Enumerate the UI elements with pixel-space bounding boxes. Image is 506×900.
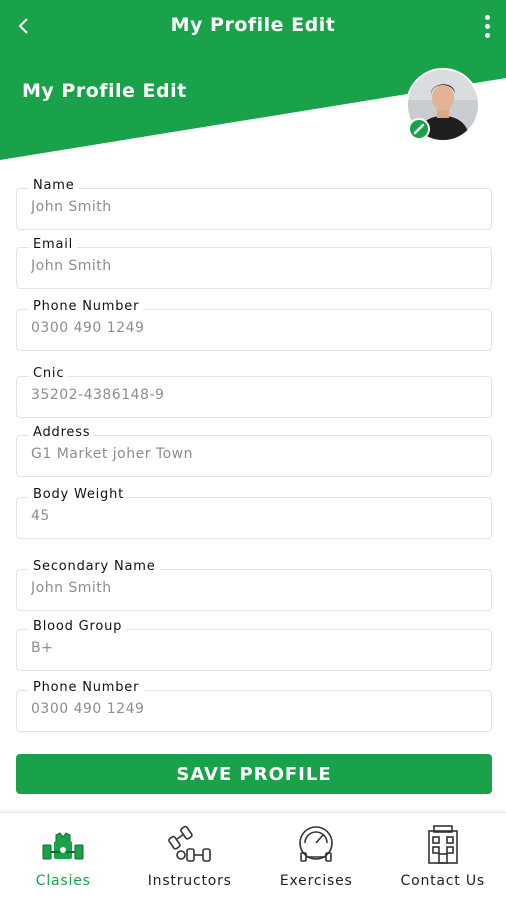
cnic-label: Cnic (29, 366, 69, 381)
email-input[interactable] (31, 258, 471, 274)
body-weight-input[interactable] (31, 508, 471, 524)
pencil-icon (413, 123, 425, 135)
secondary-phone-number-field: Phone Number (16, 680, 492, 732)
secondary-phone-number-label: Phone Number (29, 680, 144, 695)
name-input[interactable] (31, 199, 471, 215)
blood-group-input[interactable] (31, 640, 471, 656)
more-vertical-icon (484, 14, 490, 20)
nav-label-clasies: Clasies (35, 873, 91, 889)
body-weight-label: Body Weight (29, 487, 129, 502)
address-input[interactable] (31, 446, 471, 462)
more-options-button[interactable] (478, 12, 496, 40)
nav-item-exercises[interactable]: Exercises (253, 813, 380, 900)
nav-label-contact-us: Contact Us (400, 873, 485, 889)
phone-number-input[interactable] (31, 320, 471, 336)
blood-group-field: Blood Group (16, 619, 492, 671)
cnic-field: Cnic (16, 366, 492, 418)
blood-group-label: Blood Group (29, 619, 127, 634)
email-label: Email (29, 237, 78, 252)
edit-avatar-button[interactable] (408, 118, 430, 140)
section-title: My Profile Edit (22, 80, 187, 102)
nav-label-instructors: Instructors (147, 873, 232, 889)
phone-number-label: Phone Number (29, 299, 144, 314)
secondary-name-field: Secondary Name (16, 559, 492, 611)
building-icon (427, 825, 458, 864)
profile-avatar[interactable] (406, 68, 480, 142)
dumbbells-icon (167, 825, 211, 862)
email-field: Email (16, 237, 492, 289)
nav-item-contact-us[interactable]: Contact Us (380, 813, 506, 900)
cnic-input[interactable] (31, 387, 471, 403)
address-label: Address (29, 425, 95, 440)
name-field: Name (16, 178, 492, 230)
body-weight-field: Body Weight (16, 487, 492, 539)
address-field: Address (16, 425, 492, 477)
treadmill-speed-icon (299, 826, 334, 862)
save-profile-button[interactable]: SAVE PROFILE (16, 754, 492, 794)
phone-number-field: Phone Number (16, 299, 492, 351)
secondary-name-label: Secondary Name (29, 559, 160, 574)
secondary-phone-number-input[interactable] (31, 701, 471, 717)
nav-item-instructors[interactable]: Instructors (127, 813, 254, 900)
header: My Profile Edit My Profile Edit (0, 0, 506, 160)
secondary-name-input[interactable] (31, 580, 471, 596)
nav-label-exercises: Exercises (279, 873, 353, 889)
nav-item-clasies[interactable]: Clasies (0, 813, 127, 900)
name-label: Name (29, 178, 79, 193)
bottom-navigation: Clasies Instructors Exercises Contact Us (0, 812, 506, 900)
app-title: My Profile Edit (170, 14, 336, 36)
gym-classes-icon (42, 832, 84, 860)
